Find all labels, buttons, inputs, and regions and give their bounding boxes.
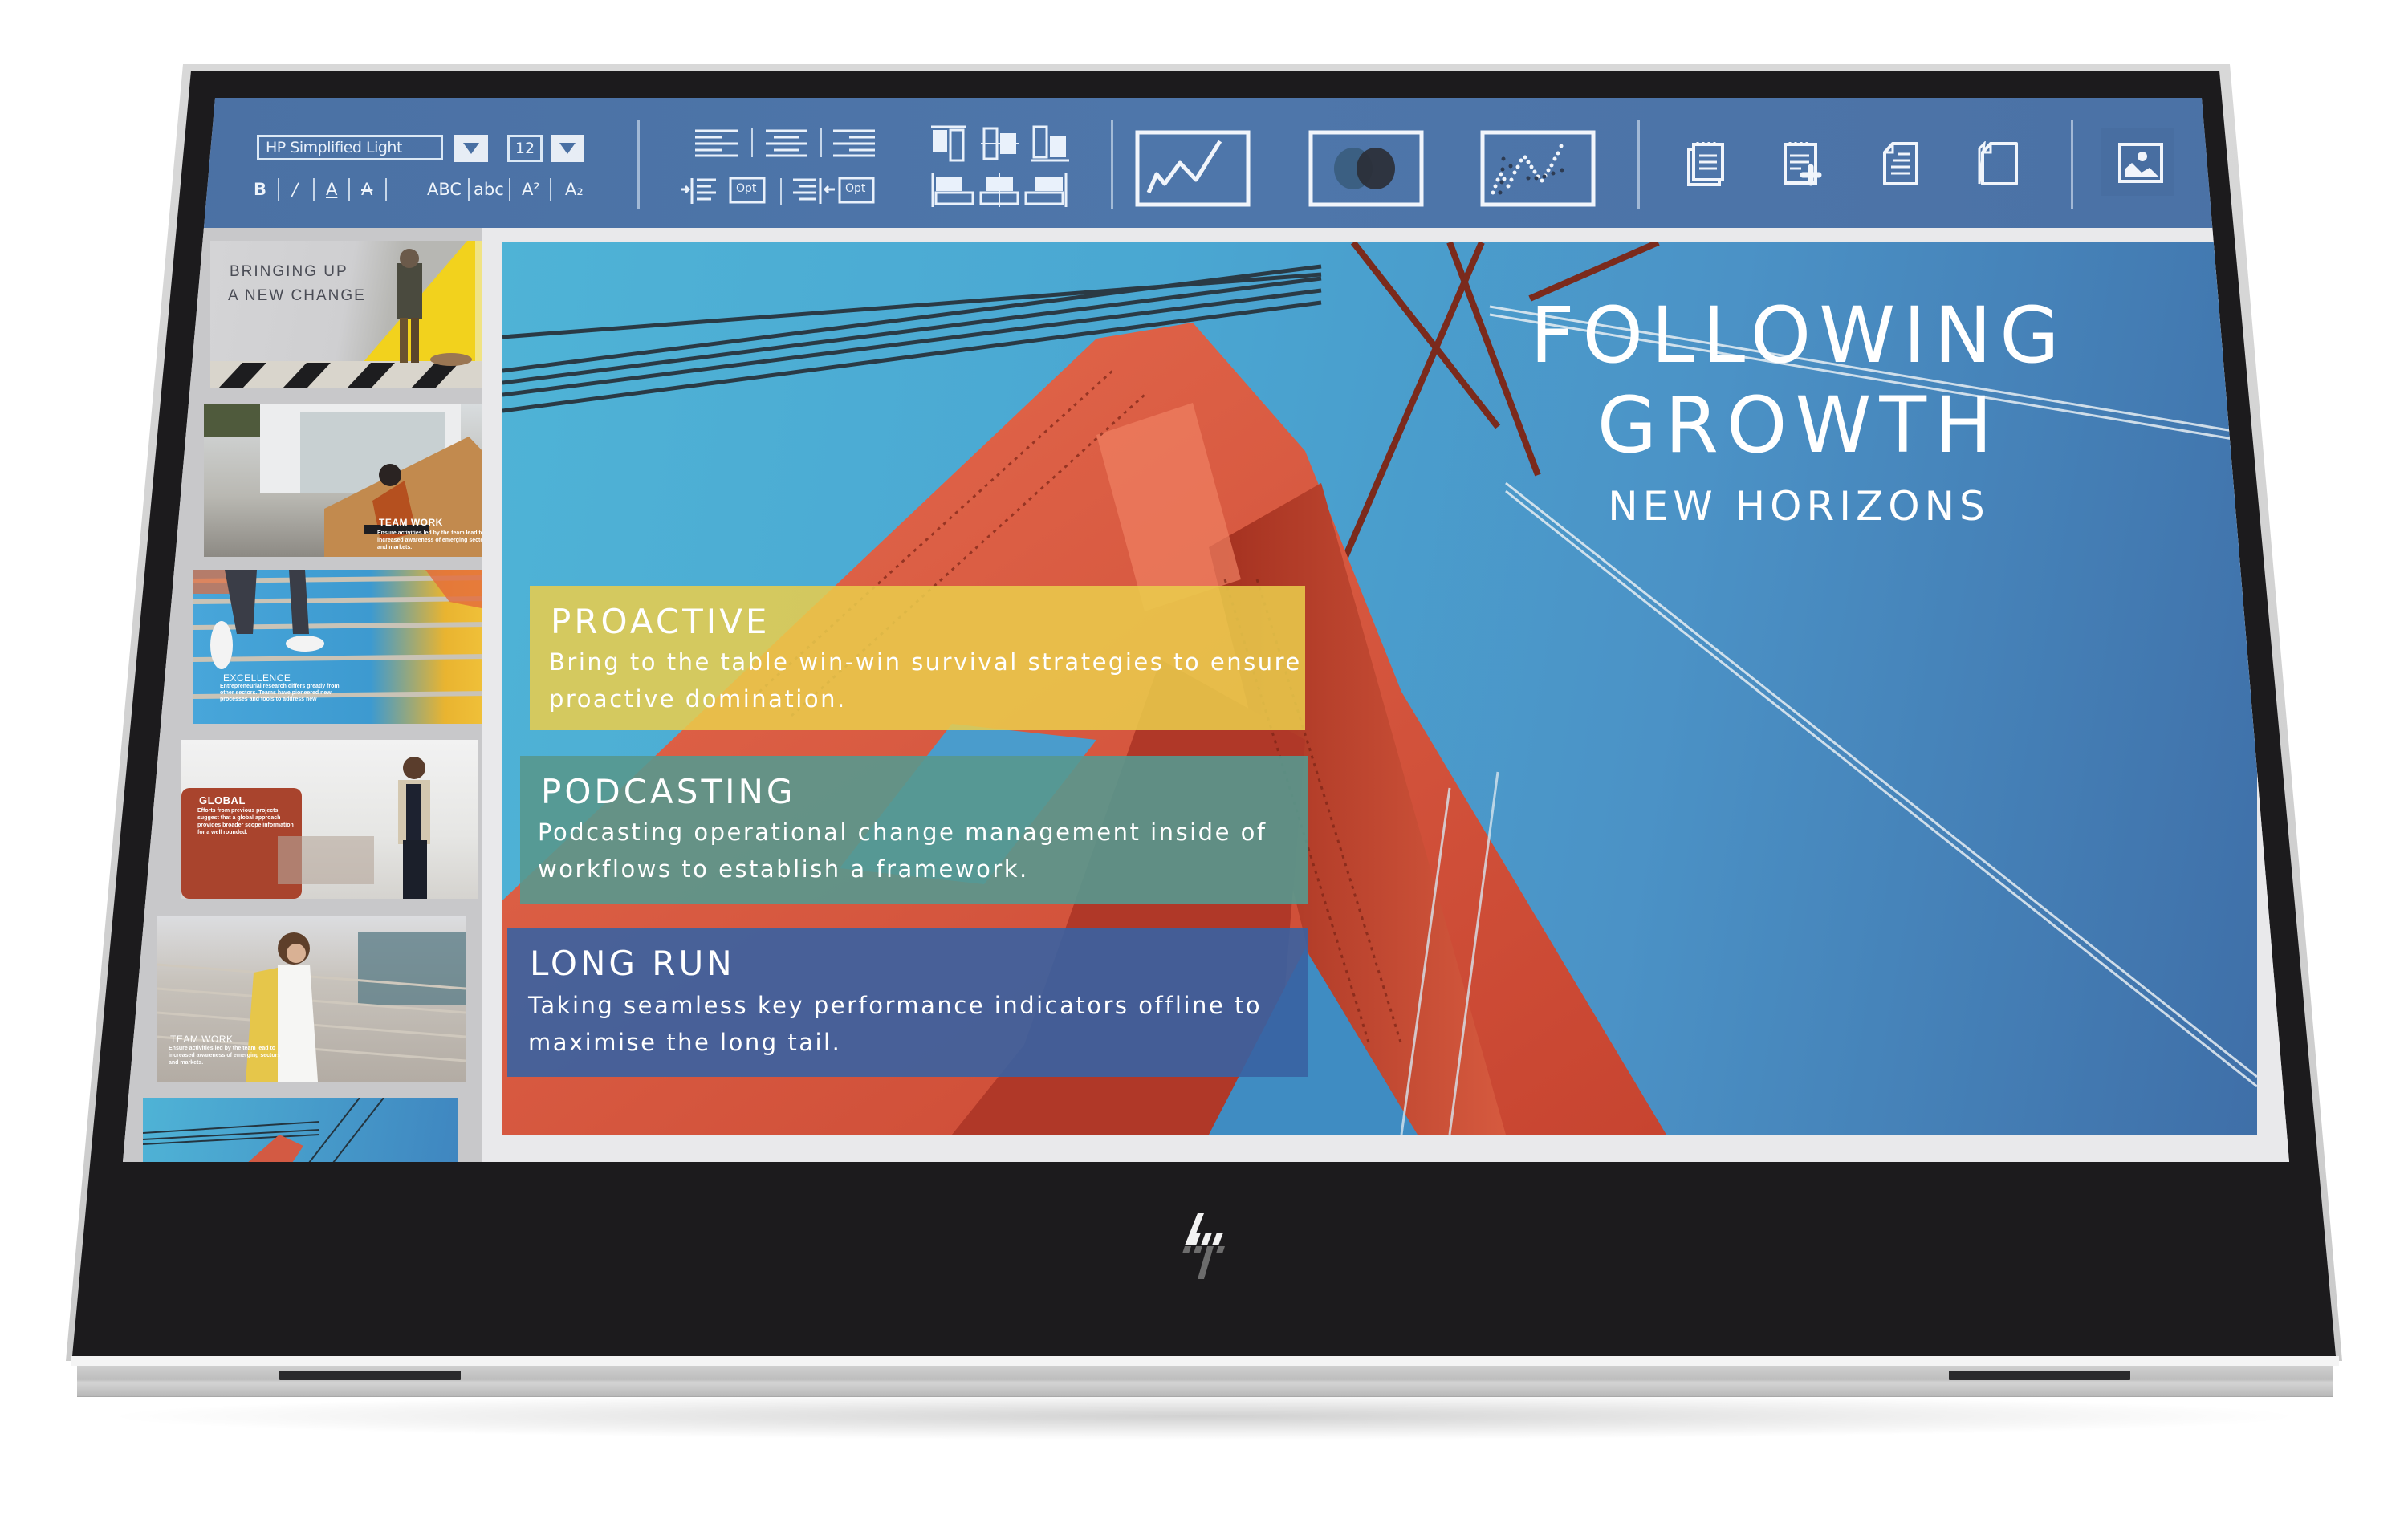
- panel-body: Taking seamless key performance indicato…: [528, 992, 1263, 1056]
- divider: [780, 178, 782, 205]
- divider: [348, 178, 350, 201]
- slide-subtitle[interactable]: NEW HORIZONS: [1353, 483, 2244, 530]
- thumbnail-title: GLOBAL: [199, 794, 246, 806]
- divider: [751, 128, 753, 157]
- port-slot-left: [279, 1371, 461, 1380]
- panel-title: PODCASTING: [541, 772, 796, 811]
- thumbnail-image: [143, 1098, 384, 1162]
- panel-body: Podcasting operational change management…: [538, 818, 1267, 883]
- toolbar-divider: [1111, 120, 1113, 209]
- indent-right-icon[interactable]: [791, 177, 836, 205]
- align-left-icon[interactable]: [694, 128, 740, 157]
- scatter-plot-icon[interactable]: [1480, 130, 1596, 207]
- divider: [509, 178, 510, 201]
- outdent-option-button[interactable]: Opt: [838, 177, 875, 204]
- thumbnail-title: TEAM WORK: [379, 517, 443, 528]
- monitor-shadow: [96, 1392, 2312, 1440]
- slide-thumbnail[interactable]: GLOBAL Efforts from previous projects su…: [181, 740, 478, 899]
- duplicate-page-icon[interactable]: [1975, 141, 2020, 186]
- indent-option-label: Opt: [736, 182, 757, 195]
- insert-image-button[interactable]: [2101, 128, 2174, 196]
- toolbar-divider: [637, 120, 640, 209]
- slide-title[interactable]: GROWTH: [1353, 380, 2244, 470]
- divider: [385, 178, 387, 201]
- font-family-dropdown-button[interactable]: [454, 135, 488, 162]
- slide-thumbnail[interactable]: TEAM WORK Ensure activities led by the t…: [204, 404, 499, 557]
- slide-thumbnail[interactable]: EXCELLENCE Entrepreneurial research diff…: [193, 570, 490, 724]
- divider: [313, 178, 315, 201]
- divider: [278, 178, 279, 201]
- lowercase-button[interactable]: abc: [474, 177, 504, 202]
- divider: [468, 178, 470, 201]
- content-panel-proactive[interactable]: PROACTIVE Bring to the table win-win sur…: [530, 586, 1305, 730]
- panel-title: PROACTIVE: [551, 602, 771, 641]
- bold-button[interactable]: B: [254, 177, 266, 202]
- thumbnail-title: BRINGING UP: [230, 263, 348, 280]
- slide-thumbnail[interactable]: BRINGING UP A NEW CHANGE: [210, 241, 507, 388]
- thumbnail-body: Ensure activities led by the team lead t…: [377, 530, 490, 550]
- document-icon[interactable]: [1881, 141, 1920, 186]
- add-note-icon[interactable]: [1782, 141, 1830, 186]
- monitor-base-lip: [71, 1356, 2339, 1366]
- divider: [550, 178, 551, 201]
- line-chart-icon[interactable]: [1135, 130, 1251, 207]
- align-center-icon[interactable]: [764, 128, 809, 157]
- thumbnail-title: A NEW CHANGE: [228, 287, 366, 304]
- divider: [820, 128, 822, 157]
- content-panel-long-run[interactable]: LONG RUN Taking seamless key performance…: [507, 928, 1308, 1077]
- align-right-objects-icon[interactable]: [1024, 173, 1068, 207]
- panel-body: Bring to the table win-win survival stra…: [549, 648, 1302, 713]
- panel-title: LONG RUN: [530, 944, 735, 983]
- font-family-select[interactable]: HP Simplified Light: [257, 135, 443, 160]
- uppercase-button[interactable]: ABC: [427, 177, 462, 202]
- thumbnail-body: Ensure activities led by the team lead t…: [169, 1046, 281, 1066]
- subscript-button[interactable]: A₂: [565, 177, 584, 202]
- align-middle-icon[interactable]: [981, 125, 1019, 162]
- slide-main[interactable]: FOLLOWING GROWTH NEW HORIZONS PROACTIVE …: [502, 242, 2257, 1135]
- align-bottom-icon[interactable]: [1031, 125, 1069, 162]
- slide-title[interactable]: FOLLOWING: [1353, 290, 2244, 380]
- thumbnail-title: TEAM WORK: [170, 1034, 234, 1045]
- port-slot-right: [1949, 1371, 2130, 1380]
- align-center-objects-icon[interactable]: [979, 173, 1021, 207]
- superscript-button[interactable]: A²: [522, 177, 540, 202]
- thumbnail-body: Entrepreneurial research differs greatly…: [220, 684, 340, 702]
- slide-thumbnail[interactable]: [143, 1098, 458, 1162]
- indent-left-icon[interactable]: [681, 177, 724, 205]
- strikethrough-button[interactable]: A: [361, 177, 372, 202]
- thumbnail-body: Efforts from previous projects suggest t…: [197, 808, 294, 835]
- slide-thumbnail[interactable]: TEAM WORK Ensure activities led by the t…: [157, 916, 466, 1082]
- outdent-option-label: Opt: [845, 182, 866, 195]
- align-left-objects-icon[interactable]: [931, 173, 974, 207]
- thumbnail-title: EXCELLENCE: [223, 672, 291, 684]
- notes-icon[interactable]: [1687, 141, 1726, 186]
- insert-image-icon: [2118, 143, 2163, 183]
- indent-option-button[interactable]: Opt: [729, 177, 766, 204]
- toolbar-divider: [1637, 120, 1640, 209]
- font-size-dropdown-button[interactable]: [551, 135, 584, 162]
- underline-button[interactable]: A: [326, 177, 337, 202]
- font-size-input[interactable]: 12: [507, 135, 543, 162]
- align-top-icon[interactable]: [931, 125, 968, 162]
- align-right-icon[interactable]: [832, 128, 877, 157]
- hp-logo-icon: [1182, 1213, 1225, 1279]
- toolbar-divider: [2071, 120, 2073, 209]
- venn-diagram-icon[interactable]: [1308, 130, 1424, 207]
- italic-button[interactable]: /: [292, 177, 298, 202]
- content-panel-podcasting[interactable]: PODCASTING Podcasting operational change…: [520, 756, 1308, 904]
